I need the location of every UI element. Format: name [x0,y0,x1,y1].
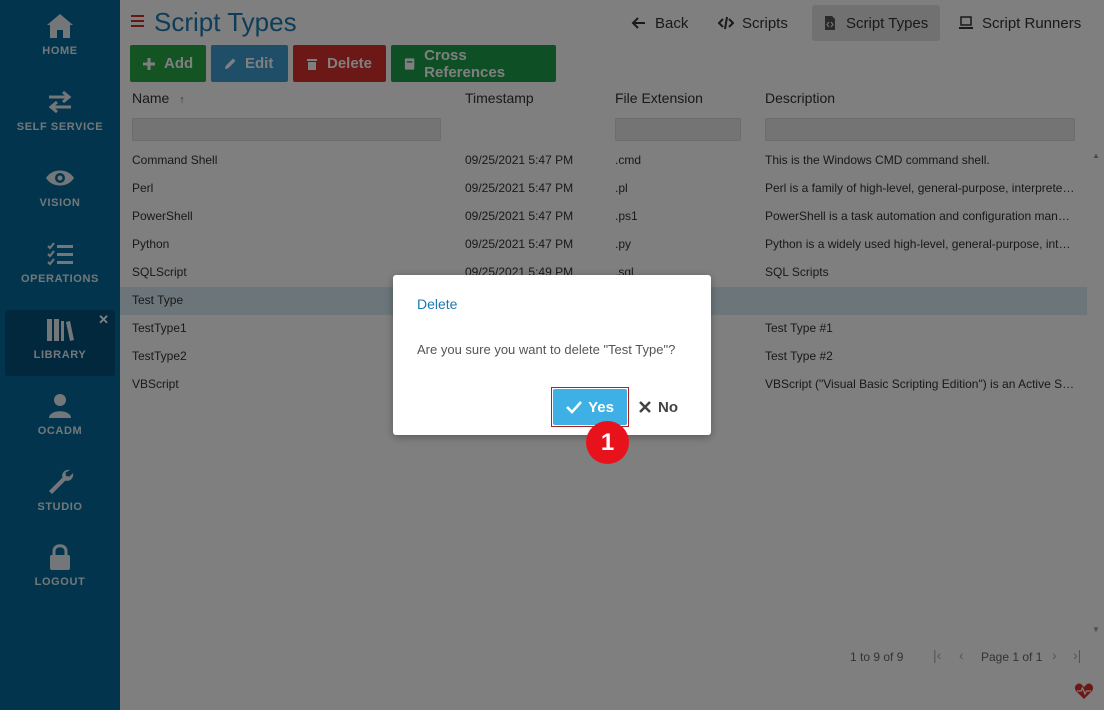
close-icon [639,401,651,413]
dialog-message: Are you sure you want to delete "Test Ty… [417,342,676,357]
step-badge: 1 [586,421,629,464]
no-label: No [658,398,678,416]
no-button[interactable]: No [639,389,678,425]
delete-confirm-dialog: Delete Are you sure you want to delete "… [393,275,711,435]
check-icon [566,401,582,414]
yes-label: Yes [588,398,614,416]
yes-button[interactable]: Yes [553,389,627,425]
dialog-title: Delete [417,296,458,312]
